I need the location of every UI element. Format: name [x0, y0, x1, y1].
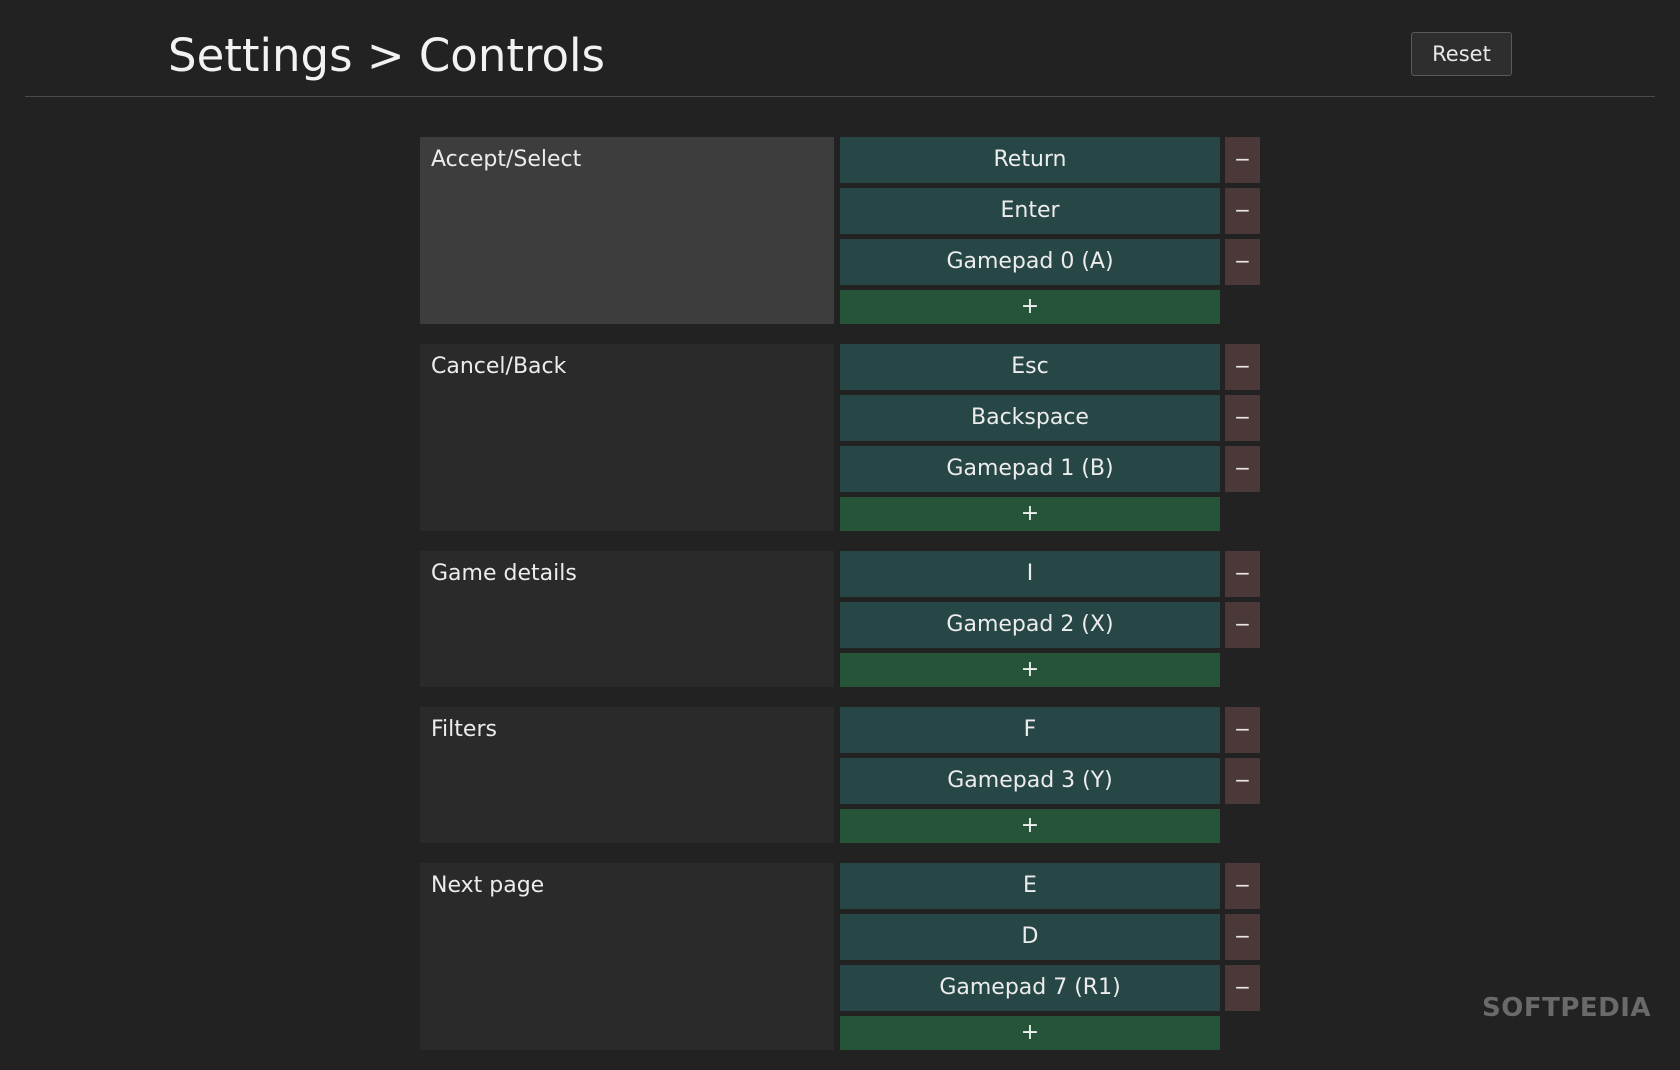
binding-key-button[interactable]: Esc — [840, 344, 1220, 390]
add-binding-button[interactable]: + — [840, 290, 1220, 324]
minus-icon: − — [1234, 975, 1251, 999]
softpedia-watermark: SOFTPEDIA — [1482, 993, 1652, 1023]
binding-key-button[interactable]: Gamepad 3 (Y) — [840, 758, 1220, 804]
minus-icon: − — [1234, 561, 1251, 585]
minus-icon: − — [1234, 612, 1251, 636]
header-divider — [25, 96, 1655, 97]
control-action-label[interactable]: Accept/Select — [420, 137, 834, 324]
plus-icon: + — [1020, 501, 1040, 526]
binding-row: Gamepad 7 (R1) − — [840, 965, 1260, 1011]
binding-list: F − Gamepad 3 (Y) − + — [840, 707, 1260, 843]
remove-binding-button[interactable]: − — [1225, 602, 1260, 648]
binding-row: D − — [840, 914, 1260, 960]
minus-icon: − — [1234, 147, 1251, 171]
binding-key-button[interactable]: I — [840, 551, 1220, 597]
minus-icon: − — [1234, 924, 1251, 948]
remove-binding-button[interactable]: − — [1225, 446, 1260, 492]
binding-list: I − Gamepad 2 (X) − + — [840, 551, 1260, 687]
page-header: Settings > Controls Reset — [0, 0, 1680, 97]
binding-key-button[interactable]: Backspace — [840, 395, 1220, 441]
remove-binding-button[interactable]: − — [1225, 965, 1260, 1011]
remove-binding-button[interactable]: − — [1225, 551, 1260, 597]
remove-binding-button[interactable]: − — [1225, 395, 1260, 441]
remove-binding-button[interactable]: − — [1225, 914, 1260, 960]
remove-binding-button[interactable]: − — [1225, 344, 1260, 390]
minus-icon: − — [1234, 456, 1251, 480]
binding-key-button[interactable]: Gamepad 7 (R1) — [840, 965, 1220, 1011]
minus-icon: − — [1234, 354, 1251, 378]
binding-list: Return − Enter − Gamepad 0 (A) − + — [840, 137, 1260, 324]
plus-icon: + — [1020, 1020, 1040, 1045]
binding-row: Gamepad 0 (A) − — [840, 239, 1260, 285]
binding-row: Enter − — [840, 188, 1260, 234]
control-action-label[interactable]: Filters — [420, 707, 834, 843]
control-group: Filters F − Gamepad 3 (Y) − + — [420, 707, 1260, 843]
binding-row: F − — [840, 707, 1260, 753]
binding-key-button[interactable]: D — [840, 914, 1220, 960]
binding-key-button[interactable]: Gamepad 0 (A) — [840, 239, 1220, 285]
remove-binding-button[interactable]: − — [1225, 239, 1260, 285]
control-action-label[interactable]: Next page — [420, 863, 834, 1050]
plus-icon: + — [1020, 813, 1040, 838]
control-group: Cancel/Back Esc − Backspace − Gamepad 1 (B) − + — [420, 344, 1260, 531]
remove-binding-button[interactable]: − — [1225, 863, 1260, 909]
add-binding-button[interactable]: + — [840, 1016, 1220, 1050]
minus-icon: − — [1234, 249, 1251, 273]
control-group: Game details I − Gamepad 2 (X) − + — [420, 551, 1260, 687]
binding-row: Return − — [840, 137, 1260, 183]
control-action-label[interactable]: Game details — [420, 551, 834, 687]
binding-row: Gamepad 3 (Y) − — [840, 758, 1260, 804]
page-title: Settings > Controls — [168, 29, 605, 82]
binding-row: I − — [840, 551, 1260, 597]
reset-button[interactable]: Reset — [1411, 32, 1512, 76]
remove-binding-button[interactable]: − — [1225, 188, 1260, 234]
add-binding-button[interactable]: + — [840, 653, 1220, 687]
plus-icon: + — [1020, 657, 1040, 682]
minus-icon: − — [1234, 717, 1251, 741]
control-group: Next page E − D − Gamepad 7 (R1) − + — [420, 863, 1260, 1050]
remove-binding-button[interactable]: − — [1225, 137, 1260, 183]
minus-icon: − — [1234, 873, 1251, 897]
add-binding-button[interactable]: + — [840, 497, 1220, 531]
binding-list: E − D − Gamepad 7 (R1) − + — [840, 863, 1260, 1050]
binding-row: Gamepad 2 (X) − — [840, 602, 1260, 648]
plus-icon: + — [1020, 294, 1040, 319]
binding-list: Esc − Backspace − Gamepad 1 (B) − + — [840, 344, 1260, 531]
binding-key-button[interactable]: F — [840, 707, 1220, 753]
control-action-label[interactable]: Cancel/Back — [420, 344, 834, 531]
binding-key-button[interactable]: Gamepad 2 (X) — [840, 602, 1220, 648]
controls-list: Accept/Select Return − Enter − Gamepad 0 (A) −… — [420, 137, 1260, 1070]
binding-row: Esc − — [840, 344, 1260, 390]
control-group: Accept/Select Return − Enter − Gamepad 0 (A) −… — [420, 137, 1260, 324]
binding-key-button[interactable]: E — [840, 863, 1220, 909]
remove-binding-button[interactable]: − — [1225, 707, 1260, 753]
add-binding-button[interactable]: + — [840, 809, 1220, 843]
binding-row: Gamepad 1 (B) − — [840, 446, 1260, 492]
minus-icon: − — [1234, 405, 1251, 429]
binding-row: Backspace − — [840, 395, 1260, 441]
remove-binding-button[interactable]: − — [1225, 758, 1260, 804]
binding-key-button[interactable]: Gamepad 1 (B) — [840, 446, 1220, 492]
minus-icon: − — [1234, 768, 1251, 792]
binding-key-button[interactable]: Enter — [840, 188, 1220, 234]
binding-row: E − — [840, 863, 1260, 909]
minus-icon: − — [1234, 198, 1251, 222]
binding-key-button[interactable]: Return — [840, 137, 1220, 183]
